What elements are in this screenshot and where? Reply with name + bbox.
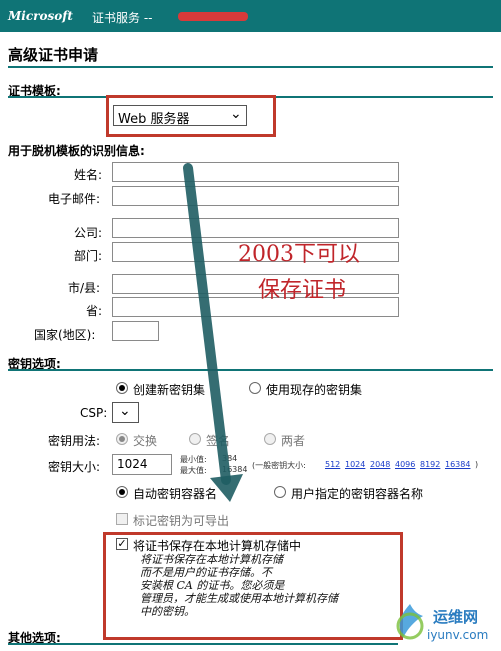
- description-line: 中的密钥。: [140, 605, 195, 618]
- description-line: 管理员，才能生成或使用本地计算机存储: [140, 592, 338, 605]
- store-local-description: 将证书保存在本地计算机存储 而不是用户的证书存储。不 安装根 CA 的证书。您必…: [140, 553, 390, 618]
- description-line: 安装根 CA 的证书。您必须是: [140, 579, 285, 592]
- description-line: 而不是用户的证书存储。不: [140, 566, 272, 579]
- other-options-divider: [8, 643, 398, 645]
- description-line: 将证书保存在本地计算机存储: [140, 553, 283, 566]
- store-local-label: 将证书保存在本地计算机存储中: [133, 539, 302, 553]
- watermark-name: 运维网: [433, 608, 479, 626]
- watermark: 运维网 iyunv.com: [393, 598, 497, 648]
- watermark-url: iyunv.com: [427, 628, 489, 642]
- watermark-logo-icon: [396, 604, 424, 640]
- store-local-checkbox[interactable]: ✓: [116, 538, 128, 550]
